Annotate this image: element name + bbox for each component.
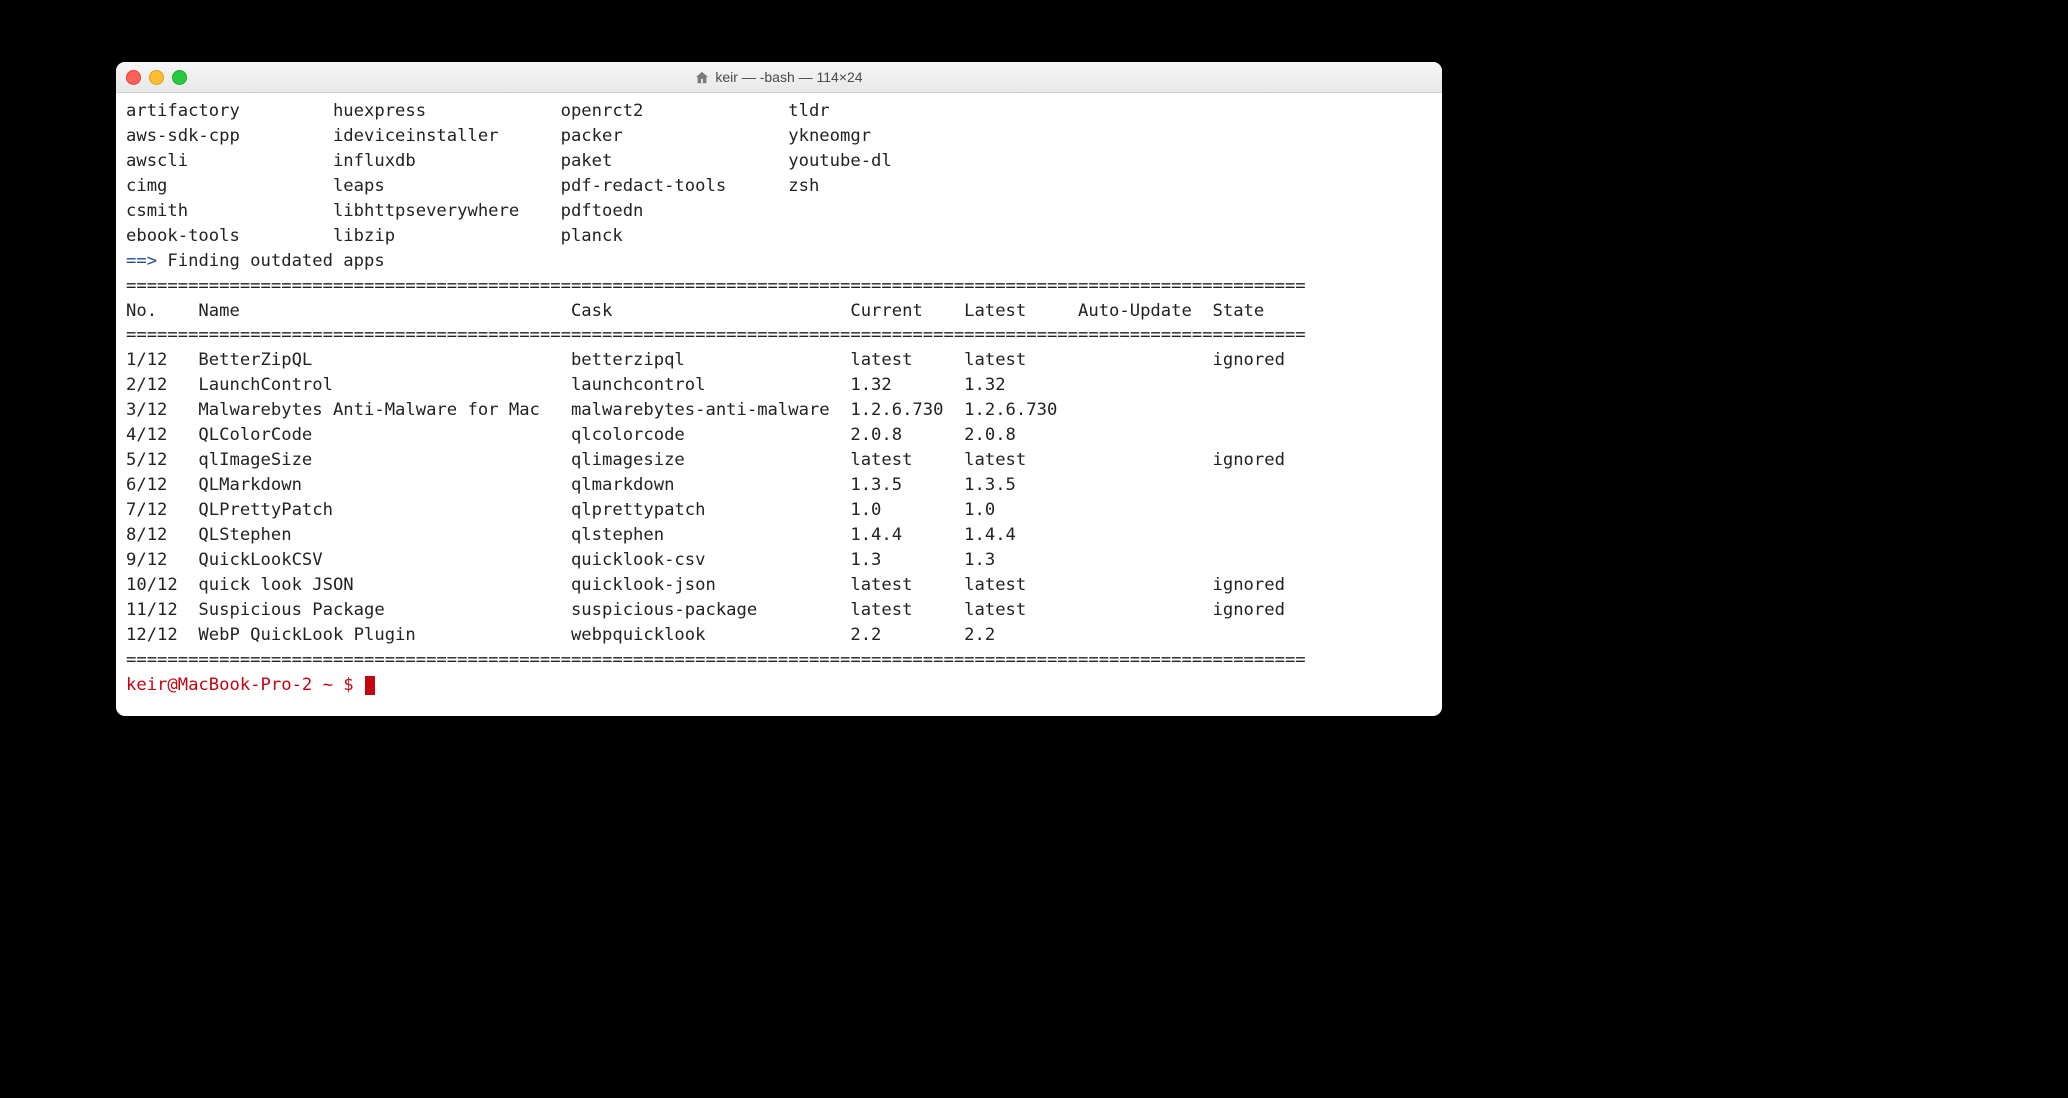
title-text: keir — -bash — 114×24	[715, 69, 862, 85]
close-button[interactable]	[126, 70, 141, 85]
status-text: Finding outdated apps	[157, 251, 385, 271]
terminal-window: keir — -bash — 114×24 artifactory huexpr…	[116, 62, 1442, 716]
table-rows: 1/12 BetterZipQL betterzipql latest late…	[126, 350, 1285, 644]
terminal-body[interactable]: artifactory huexpress openrct2 tldr aws-…	[116, 93, 1442, 716]
maximize-button[interactable]	[172, 70, 187, 85]
package-list: artifactory huexpress openrct2 tldr aws-…	[126, 101, 892, 246]
status-arrow: ==>	[126, 251, 157, 271]
hr-bot: ========================================…	[126, 650, 1306, 670]
traffic-lights	[126, 70, 187, 85]
hr-mid: ========================================…	[126, 325, 1306, 345]
home-icon	[695, 69, 709, 85]
window-title: keir — -bash — 114×24	[116, 69, 1442, 85]
titlebar[interactable]: keir — -bash — 114×24	[116, 62, 1442, 93]
hr-top: ========================================…	[126, 276, 1306, 296]
minimize-button[interactable]	[149, 70, 164, 85]
shell-prompt: keir@MacBook-Pro-2 ~ $	[126, 675, 364, 695]
table-header: No. Name Cask Current Latest Auto-Update…	[126, 301, 1264, 321]
cursor	[365, 676, 375, 695]
